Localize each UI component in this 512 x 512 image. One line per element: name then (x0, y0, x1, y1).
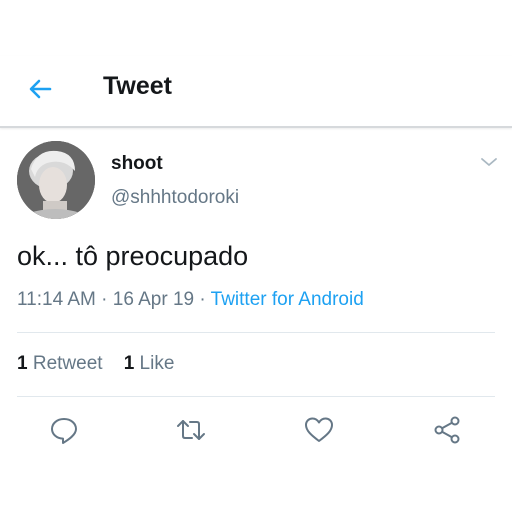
more-options-button[interactable] (479, 154, 499, 170)
reply-icon (51, 418, 77, 444)
retweet-icon (177, 420, 205, 440)
reply-button[interactable] (48, 414, 80, 446)
tweet-date: 16 Apr 19 (112, 289, 195, 310)
avatar[interactable] (17, 141, 95, 219)
tweet-text: ok... tô preocupado (17, 241, 249, 271)
chevron-down-icon (481, 158, 497, 166)
back-arrow-icon (29, 79, 52, 99)
tweet-time: 11:14 AM (17, 289, 96, 310)
heart-icon (305, 417, 333, 442)
share-button[interactable] (431, 414, 463, 446)
meta-separator: · (95, 289, 113, 310)
tweet-metadata: 11:14 AM · 16 Apr 19 · Twitter for Andro… (17, 289, 364, 311)
meta-separator: · (194, 289, 211, 310)
back-button[interactable] (26, 74, 56, 104)
retweets-count: 1 (17, 353, 28, 374)
retweets-label: Retweet (32, 353, 103, 374)
author-display-name[interactable]: shoot (111, 153, 163, 175)
tweet-stats: 1 Retweet 1 Like (17, 353, 174, 375)
like-button[interactable] (303, 414, 335, 446)
author-handle[interactable]: @shhhtodoroki (111, 187, 239, 209)
app-header: Tweet (0, 56, 512, 128)
retweets-stat[interactable]: 1 Retweet (17, 353, 103, 374)
tweet-actions (0, 412, 512, 452)
retweet-button[interactable] (175, 414, 207, 446)
likes-count: 1 (123, 353, 135, 374)
share-icon (434, 416, 460, 444)
page-title: Tweet (103, 72, 172, 100)
divider (17, 332, 495, 333)
avatar-photo-icon (17, 141, 95, 219)
likes-label: Like (139, 353, 175, 374)
tweet-source-link[interactable]: Twitter for Android (211, 289, 364, 310)
divider (17, 396, 495, 397)
likes-stat[interactable]: 1 Like (124, 353, 175, 374)
